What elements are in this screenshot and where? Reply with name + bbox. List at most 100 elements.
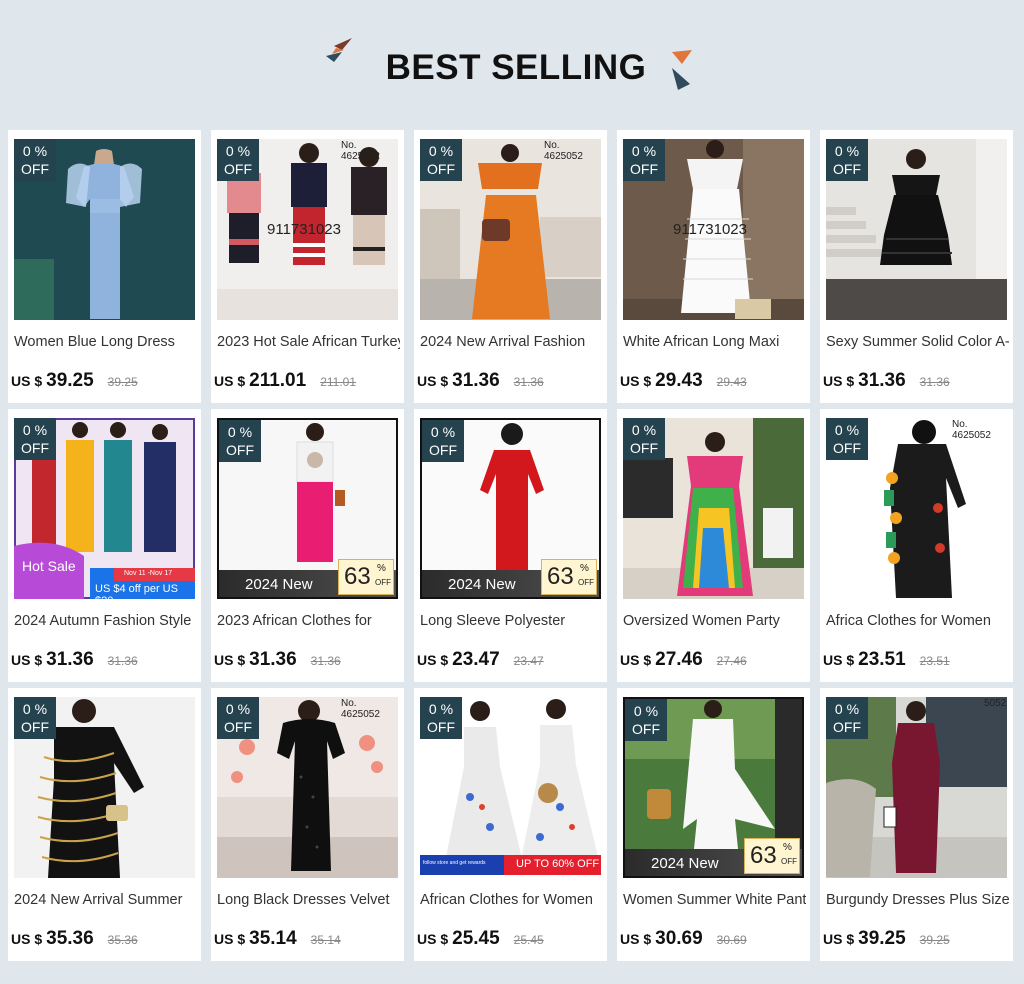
product-card[interactable]: 911731023 0 % OFF White African Long Maxi… xyxy=(617,130,810,403)
sale-price: 25.45 xyxy=(452,928,500,949)
sale-price: 23.51 xyxy=(858,649,906,670)
price-row: US $39.25 39.25 xyxy=(823,928,950,950)
product-card[interactable]: follow store and get rewards UP TO 60% O… xyxy=(414,688,607,961)
currency-label: US $ xyxy=(214,652,246,668)
discount-badge: 0 % OFF xyxy=(623,139,665,181)
product-image[interactable]: 2024 New 63% OFF 0 % OFF xyxy=(623,697,804,878)
product-grid: 0 % OFF Women Blue Long Dress US $39.25 39… xyxy=(8,130,1013,961)
sale-price: 39.25 xyxy=(46,370,94,391)
original-price: 35.14 xyxy=(310,933,341,947)
product-card[interactable]: 5052 0 % OFF Burgundy Dresses Plus Size U… xyxy=(820,688,1013,961)
product-card[interactable]: 911731023 No. 4625052 0 % OFF 2023 Hot Sa… xyxy=(211,130,404,403)
product-name[interactable]: Long Black Dresses Velvet xyxy=(217,892,400,908)
original-price: 23.51 xyxy=(919,654,950,668)
product-card[interactable]: 0 % OFF Sexy Summer Solid Color A- US $31… xyxy=(820,130,1013,403)
product-image[interactable]: No. 4625052 0 % OFF xyxy=(217,697,398,878)
product-card[interactable]: No. 4625052 0 % OFF Africa Clothes for Wo… xyxy=(820,409,1013,682)
page-title: BEST SELLING xyxy=(385,48,647,87)
discount-badge: 0 % OFF xyxy=(625,699,667,741)
watermark-number: No. 4625052 xyxy=(341,698,380,720)
discount-badge: 0 % OFF xyxy=(420,139,462,181)
discount-badge: 0 % OFF xyxy=(14,697,56,739)
product-image[interactable]: 911731023 0 % OFF xyxy=(623,139,804,320)
currency-label: US $ xyxy=(417,652,449,668)
discount-badge: 0 % OFF xyxy=(14,418,56,460)
product-image[interactable]: 0 % OFF xyxy=(14,697,195,878)
product-image[interactable]: No. 4625052 0 % OFF xyxy=(826,418,1007,599)
product-card[interactable]: No. 4625052 0 % OFF 2024 New Arrival Fash… xyxy=(414,130,607,403)
product-card[interactable]: 2024 New 63% OFF 0 % OFF 2023 African Clot… xyxy=(211,409,404,682)
triangle-decoration-right xyxy=(672,50,692,90)
product-image[interactable]: Hot Sale Nov 11 -Nov 17 US $4 off per US… xyxy=(14,418,195,599)
currency-label: US $ xyxy=(11,931,43,947)
price-row: US $211.01 211.01 xyxy=(214,370,356,392)
product-name[interactable]: Sexy Summer Solid Color A- xyxy=(826,334,1009,350)
product-name[interactable]: Burgundy Dresses Plus Size xyxy=(826,892,1009,908)
product-card[interactable]: 2024 New 63% OFF 0 % OFF Long Sleeve Polye… xyxy=(414,409,607,682)
original-price: 25.45 xyxy=(513,933,544,947)
product-image[interactable]: 911731023 No. 4625052 0 % OFF xyxy=(217,139,398,320)
sale-price: 35.36 xyxy=(46,928,94,949)
product-image[interactable]: 0 % OFF xyxy=(826,139,1007,320)
banner-discount: 63% OFF xyxy=(338,559,394,595)
product-card[interactable]: 0 % OFF 2024 New Arrival Summer US $35.36… xyxy=(8,688,201,961)
price-row: US $31.36 31.36 xyxy=(417,370,544,392)
product-image[interactable]: follow store and get rewards UP TO 60% O… xyxy=(420,697,601,878)
product-name[interactable]: Long Sleeve Polyester xyxy=(420,613,603,629)
sale-price: 31.36 xyxy=(249,649,297,670)
product-name[interactable]: White African Long Maxi xyxy=(623,334,806,350)
sale-price: 23.47 xyxy=(452,649,500,670)
product-name[interactable]: 2024 Autumn Fashion Style xyxy=(14,613,197,629)
original-price: 23.47 xyxy=(513,654,544,668)
product-name[interactable]: Africa Clothes for Women xyxy=(826,613,1009,629)
product-image[interactable]: No. 4625052 0 % OFF xyxy=(420,139,601,320)
product-card[interactable]: Hot Sale Nov 11 -Nov 17 US $4 off per US… xyxy=(8,409,201,682)
product-card[interactable]: 2024 New 63% OFF 0 % OFF Women Summer Whit… xyxy=(617,688,810,961)
product-image[interactable]: 2024 New 63% OFF 0 % OFF xyxy=(217,418,398,599)
product-card[interactable]: 0 % OFF Women Blue Long Dress US $39.25 39… xyxy=(8,130,201,403)
product-name[interactable]: Women Blue Long Dress xyxy=(14,334,197,350)
price-row: US $27.46 27.46 xyxy=(620,649,747,671)
product-image[interactable]: 2024 New 63% OFF 0 % OFF xyxy=(420,418,601,599)
discount-badge: 0 % OFF xyxy=(826,139,868,181)
banner-label: 2024 New xyxy=(651,855,719,872)
price-row: US $23.47 23.47 xyxy=(417,649,544,671)
promo-small-text: follow store and get rewards xyxy=(423,860,486,866)
product-image[interactable]: 0 % OFF xyxy=(623,418,804,599)
discount-badge: 0 % OFF xyxy=(219,420,261,462)
product-name[interactable]: African Clothes for Women xyxy=(420,892,603,908)
product-name[interactable]: 2024 New Arrival Summer xyxy=(14,892,197,908)
watermark-code: 911731023 xyxy=(673,221,747,238)
sale-price: 31.36 xyxy=(858,370,906,391)
product-name[interactable]: 2024 New Arrival Fashion xyxy=(420,334,603,350)
banner-discount: 63% OFF xyxy=(541,559,597,595)
price-row: US $31.36 31.36 xyxy=(823,370,950,392)
price-row: US $35.14 35.14 xyxy=(214,928,341,950)
sale-price: 29.43 xyxy=(655,370,703,391)
product-name[interactable]: Women Summer White Pant xyxy=(623,892,806,908)
product-name[interactable]: 2023 Hot Sale African Turkey xyxy=(217,334,400,350)
original-price: 39.25 xyxy=(107,375,138,389)
currency-label: US $ xyxy=(11,652,43,668)
product-name[interactable]: 2023 African Clothes for xyxy=(217,613,400,629)
currency-label: US $ xyxy=(823,652,855,668)
product-card[interactable]: No. 4625052 0 % OFF Long Black Dresses Ve… xyxy=(211,688,404,961)
currency-label: US $ xyxy=(214,373,246,389)
product-name[interactable]: Oversized Women Party xyxy=(623,613,806,629)
original-price: 31.36 xyxy=(107,654,138,668)
discount-badge: 0 % OFF xyxy=(826,697,868,739)
product-card[interactable]: 0 % OFF Oversized Women Party US $27.46 27… xyxy=(617,409,810,682)
product-image[interactable]: 5052 0 % OFF xyxy=(826,697,1007,878)
watermark-number: 5052 xyxy=(984,698,1007,709)
price-row: US $23.51 23.51 xyxy=(823,649,950,671)
original-price: 27.46 xyxy=(716,654,747,668)
banner-discount: 63% OFF xyxy=(744,838,800,874)
price-row: US $39.25 39.25 xyxy=(11,370,138,392)
sale-price: 39.25 xyxy=(858,928,906,949)
promo-text: US $4 off per US $20 xyxy=(95,583,178,599)
product-image[interactable]: 0 % OFF xyxy=(14,139,195,320)
promo-dates: Nov 11 -Nov 17 xyxy=(124,570,173,577)
discount-badge: 0 % OFF xyxy=(14,139,56,181)
section-header: BEST SELLING xyxy=(0,0,1024,128)
sale-price: 211.01 xyxy=(249,370,307,391)
